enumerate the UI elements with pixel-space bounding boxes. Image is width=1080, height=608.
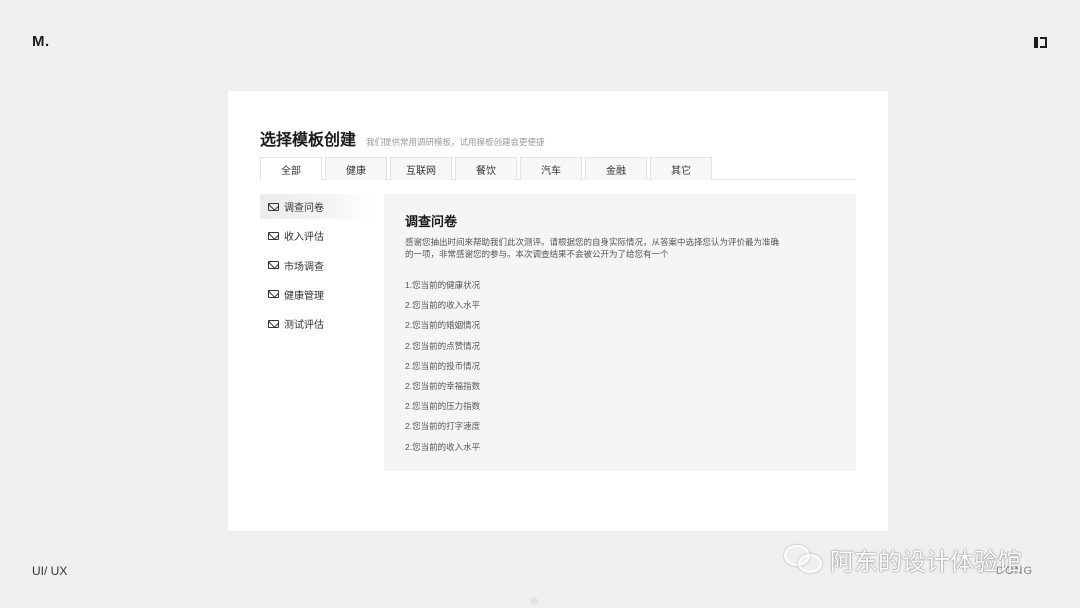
- sidebar-item-health[interactable]: 健康管理: [260, 282, 376, 307]
- sidebar-item-label: 健康管理: [284, 290, 324, 302]
- wechat-icon: [782, 543, 824, 577]
- question-item: 2.您当前的收入水平: [405, 300, 481, 311]
- mail-icon: [268, 202, 279, 211]
- question-item: 2.您当前的收入水平: [405, 441, 481, 452]
- tab-health[interactable]: 健康: [325, 157, 387, 180]
- tab-finance[interactable]: 金融: [585, 157, 647, 180]
- watermark: 阿东的设计体验馆: [782, 542, 1022, 577]
- question-item: 1.您当前的健康状况: [405, 280, 481, 290]
- title-row: 选择模板创建 我们提供常用调研模板，试用模板创建会更便捷: [260, 126, 545, 150]
- tab-auto[interactable]: 汽车: [520, 157, 582, 180]
- mail-icon: [268, 261, 279, 270]
- template-sidebar: 调查问卷 收入评估 市场调查 健康管理 测试评估: [260, 194, 376, 340]
- layout-icon[interactable]: [1034, 37, 1047, 48]
- sidebar-item-label: 市场调查: [284, 261, 324, 273]
- tab-other[interactable]: 其它: [650, 157, 712, 180]
- sidebar-item-market[interactable]: 市场调查: [260, 253, 376, 278]
- brand-logo: M.: [32, 33, 50, 50]
- sidebar-item-label: 调查问卷: [284, 203, 324, 214]
- question-item: 2.您当前的婚姻情况: [405, 320, 481, 331]
- mail-icon: [268, 319, 279, 328]
- tab-all[interactable]: 全部: [260, 157, 322, 180]
- sidebar-item-income[interactable]: 收入评估: [260, 223, 376, 248]
- tab-internet[interactable]: 互联网: [390, 157, 452, 180]
- watermark-text: 阿东的设计体验馆: [830, 549, 1022, 576]
- template-preview: 调查问卷 感谢您抽出时间来帮助我们此次测评。请根据您的自身实际情况，从答案中选择…: [384, 194, 856, 471]
- question-item: 2.您当前的幸福指数: [405, 380, 481, 391]
- mail-icon: [268, 290, 279, 299]
- category-tabs: 全部 健康 互联网 餐饮 汽车 金融 其它: [260, 157, 856, 180]
- sidebar-item-test[interactable]: 测试评估: [260, 311, 376, 336]
- footer-label: UI/ UX: [32, 564, 68, 578]
- page-subtitle: 我们提供常用调研模板，试用模板创建会更便捷: [366, 137, 545, 147]
- page-title: 选择模板创建: [260, 132, 357, 149]
- question-item: 2.您当前的点赞情况: [405, 340, 481, 351]
- sidebar-item-label: 测试评估: [284, 320, 324, 332]
- tab-catering[interactable]: 餐饮: [455, 157, 517, 180]
- question-item: 2.您当前的投币情况: [405, 360, 481, 371]
- question-item: 2.您当前的压力指数: [405, 401, 481, 412]
- sidebar-item-label: 收入评估: [284, 232, 324, 244]
- preview-description: 感谢您抽出时间来帮助我们此次测评。请根据您的自身实际情况，从答案中选择您认为评价…: [405, 237, 780, 259]
- scroll-indicator: [530, 597, 538, 605]
- mail-icon: [268, 231, 279, 240]
- question-list: 1.您当前的健康状况 2.您当前的收入水平 2.您当前的婚姻情况 2.您当前的点…: [405, 279, 480, 461]
- sidebar-item-survey[interactable]: 调查问卷: [260, 194, 376, 219]
- template-card: 选择模板创建 我们提供常用调研模板，试用模板创建会更便捷 全部 健康 互联网 餐…: [228, 91, 888, 531]
- question-item: 2.您当前的打字速度: [405, 421, 481, 432]
- preview-title: 调查问卷: [405, 214, 458, 229]
